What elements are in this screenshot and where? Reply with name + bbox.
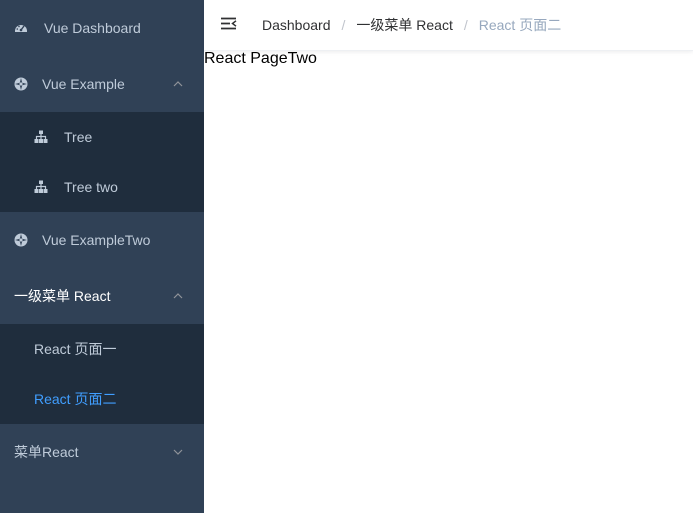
breadcrumb-item-dashboard[interactable]: Dashboard	[262, 17, 331, 33]
breadcrumb-separator: /	[341, 17, 346, 33]
dashboard-icon	[14, 21, 28, 35]
submenu-react[interactable]: 一级菜单 React	[0, 268, 204, 324]
sidebar: Vue Dashboard Vue Example Tree Tree two …	[0, 0, 204, 513]
sidebar-item-label: Vue Dashboard	[44, 20, 141, 36]
sidebar-item-label: React 页面一	[34, 341, 117, 357]
page-content: React PageTwo	[204, 50, 317, 67]
sidebar-item-react-page-two[interactable]: React 页面二	[0, 374, 204, 424]
chevron-up-icon	[173, 293, 183, 299]
breadcrumb-item-current: React 页面二	[478, 17, 562, 33]
submenu-label: 菜单React	[14, 444, 79, 460]
sidebar-item-vue-dashboard[interactable]: Vue Dashboard	[0, 0, 204, 56]
sidebar-item-label: Tree	[64, 129, 93, 145]
sidebar-item-vue-example-two[interactable]: Vue ExampleTwo	[0, 212, 204, 268]
submenu-label: 一级菜单 React	[14, 288, 111, 304]
sidebar-item-react-page-one[interactable]: React 页面一	[0, 324, 204, 374]
chevron-down-icon	[173, 449, 183, 455]
example-icon	[14, 77, 28, 91]
submenu-react-children: React 页面一 React 页面二	[0, 324, 204, 424]
chevron-up-icon	[173, 81, 183, 87]
sidebar-item-label: Tree two	[64, 179, 118, 195]
tree-icon	[34, 180, 48, 193]
hamburger-icon[interactable]	[220, 15, 238, 33]
breadcrumb-item-react-menu[interactable]: 一级菜单 React	[356, 15, 452, 35]
sidebar-item-label: React 页面二	[34, 391, 117, 407]
submenu-vue-example-children: Tree Tree two	[0, 112, 204, 212]
tree-icon	[34, 130, 48, 143]
submenu-vue-example[interactable]: Vue Example	[0, 56, 204, 112]
sidebar-item-label: Vue ExampleTwo	[42, 232, 151, 248]
sidebar-item-tree-two[interactable]: Tree two	[0, 162, 204, 212]
navbar: Dashboard / 一级菜单 React / React 页面二	[204, 0, 693, 51]
submenu-label: Vue Example	[42, 76, 125, 92]
breadcrumb-separator: /	[463, 17, 468, 33]
submenu-menu-react[interactable]: 菜单React	[0, 424, 204, 480]
sidebar-item-tree[interactable]: Tree	[0, 112, 204, 162]
example-icon	[14, 233, 28, 247]
breadcrumb: Dashboard / 一级菜单 React / React 页面二	[262, 0, 561, 50]
